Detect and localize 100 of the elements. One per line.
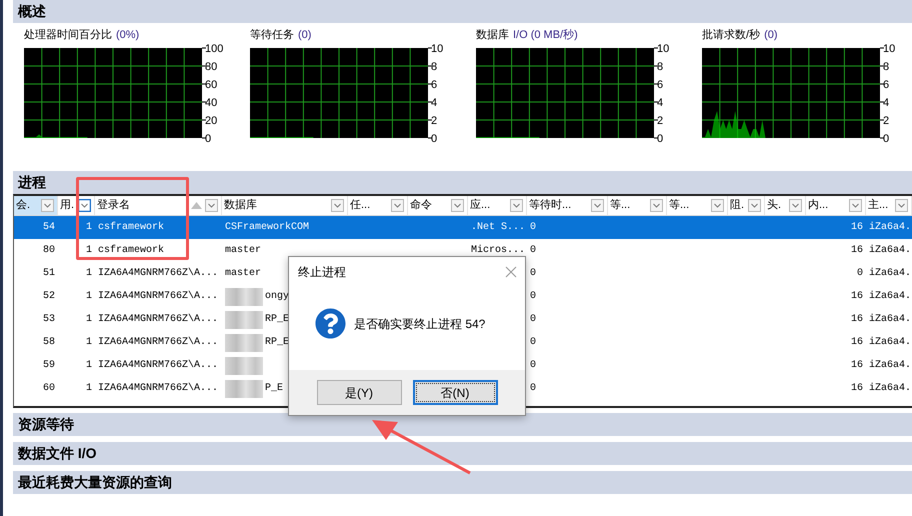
filter-dropdown-icon[interactable] — [711, 199, 724, 212]
table-cell-text: IZA6A4MGNRM766Z\A... — [98, 382, 218, 396]
table-cell-text: 52 — [42, 290, 55, 304]
table-cell-text: 16 — [850, 290, 863, 304]
column-header[interactable]: 登录名 — [95, 196, 222, 215]
filter-dropdown-icon[interactable] — [591, 199, 604, 212]
table-cell-text: 0 — [530, 382, 536, 396]
table-cell-text: 51 — [42, 267, 55, 281]
table-cell-text: 1 — [86, 313, 92, 327]
dialog-button[interactable]: 否(N) — [412, 380, 498, 405]
filter-dropdown-icon[interactable] — [78, 199, 91, 212]
filter-dropdown-icon[interactable] — [451, 199, 464, 212]
close-icon[interactable] — [505, 266, 517, 278]
column-header[interactable]: 任... — [348, 196, 408, 215]
column-header[interactable]: 用. — [58, 196, 95, 215]
column-header[interactable]: 命令 — [408, 196, 468, 215]
axis-tick-label: 6 — [431, 79, 438, 91]
table-cell-text: 16 — [850, 336, 863, 350]
chart-title: 处理器时间百分比 — [24, 29, 112, 43]
filter-dropdown-icon[interactable] — [331, 199, 344, 212]
dialog-button[interactable]: 是(Y) — [316, 380, 402, 405]
chart-reading: (0%) — [116, 29, 140, 43]
table-cell-text: csframework — [98, 220, 164, 235]
column-header[interactable]: 等... — [667, 196, 728, 215]
column-header[interactable]: 头. — [765, 196, 806, 215]
table-cell-text: 1 — [86, 359, 92, 373]
table-cell-text: 0 — [530, 221, 536, 235]
filter-dropdown-icon[interactable] — [748, 199, 761, 212]
table-cell-text: ongy — [265, 290, 290, 304]
table-cell-text: 16 — [850, 244, 863, 258]
section-header[interactable]: 最近耗费大量资源的查询 — [13, 471, 912, 494]
section-header[interactable]: 数据文件 I/O — [13, 442, 912, 465]
table-cell-text: 1 — [86, 382, 92, 396]
column-header[interactable]: 等待时... — [527, 196, 608, 215]
filter-dropdown-icon[interactable] — [895, 199, 908, 212]
table-cell-text: CSFrameworkCOM — [225, 220, 310, 235]
axis-tick-label: 80 — [205, 61, 218, 73]
table-cell-text: 0 — [530, 290, 536, 304]
column-header[interactable]: 会. — [14, 196, 58, 215]
table-cell-text: IZA6A4MGNRM766Z\A... — [98, 358, 218, 373]
section-header[interactable]: 概述 — [13, 0, 912, 23]
filter-dropdown-icon[interactable] — [205, 199, 218, 212]
table-cell-text: IZA6A4MGNRM766Z\A... — [98, 336, 218, 350]
dialog-title: 终止进程 — [298, 264, 346, 281]
section-header[interactable]: 进程 — [13, 171, 912, 194]
table-cell-text: 1 — [86, 267, 92, 281]
axis-tick-label: 6 — [657, 79, 664, 91]
table-row[interactable]: 54 1 csframework CSFrameworkCOM .Net S... 0 16 iZa6a4. — [14, 216, 912, 239]
table-cell-text: RP_E — [265, 313, 290, 327]
question-icon — [315, 308, 346, 339]
chart-title: 等待任务 — [250, 29, 294, 43]
section-header[interactable]: 资源等待 — [13, 413, 912, 436]
table-cell-text: master — [225, 267, 262, 281]
table-cell-text: iZa6a4. — [869, 220, 912, 235]
axis-tick-label: 100 — [205, 44, 224, 55]
column-header[interactable]: 主... — [866, 196, 912, 215]
table-cell-text: 0 — [530, 267, 536, 281]
table-cell-text: IZA6A4MGNRM766Z\A... — [98, 290, 218, 304]
table-cell-text: RP_E — [265, 336, 290, 350]
axis-tick-label: 2 — [883, 115, 890, 127]
column-header[interactable]: 阻. — [728, 196, 765, 215]
table-cell-text: iZa6a4. — [869, 358, 912, 373]
column-header[interactable]: 内... — [806, 196, 866, 215]
axis-tick-label: 6 — [883, 79, 890, 91]
filter-dropdown-icon[interactable] — [510, 199, 523, 212]
axis-tick-label: 10 — [883, 44, 896, 55]
filter-dropdown-icon[interactable] — [849, 199, 862, 212]
axis-tick-label: 8 — [883, 61, 890, 73]
table-cell-text: iZa6a4. — [869, 336, 912, 350]
table-cell-text: 0 — [530, 313, 536, 327]
chart-area — [24, 134, 88, 138]
table-cell-text: iZa6a4. — [869, 266, 912, 281]
table-cell-text: 60 — [42, 382, 55, 396]
filter-dropdown-icon[interactable] — [789, 199, 802, 212]
table-cell-text: IZA6A4MGNRM766Z\A... — [98, 312, 218, 327]
table-cell-text: 53 — [42, 313, 55, 327]
table-cell-text: 80 — [42, 244, 55, 258]
axis-tick-label: 20 — [205, 115, 218, 127]
column-header[interactable]: 等... — [608, 196, 667, 215]
table-cell-text: .Net S... — [471, 221, 526, 235]
table-cell-text: 1 — [86, 290, 92, 304]
column-header[interactable]: 应... — [468, 196, 527, 215]
table-cell-text: iZa6a4. — [869, 244, 912, 258]
filter-dropdown-icon[interactable] — [41, 199, 54, 212]
table-cell-text: IZA6A4MGNRM766Z\A... — [98, 266, 218, 281]
table-cell-text: 0 — [856, 267, 863, 281]
filter-dropdown-icon[interactable] — [391, 199, 404, 212]
chart-reading: I/O (0 MB/秒) — [513, 29, 578, 43]
column-header[interactable]: 数据库 — [222, 196, 348, 215]
axis-tick-label: 40 — [205, 97, 218, 109]
table-cell-text: 0 — [530, 359, 536, 373]
axis-tick-label: 4 — [431, 97, 438, 109]
table-cell-text: 54 — [42, 221, 55, 235]
axis-tick-label: 0 — [205, 133, 212, 142]
chart-reading: (0) — [764, 29, 778, 43]
axis-tick-label: 8 — [657, 61, 664, 73]
table-cell-text: iZa6a4. — [869, 312, 912, 327]
axis-tick-label: 0 — [883, 133, 890, 142]
filter-dropdown-icon[interactable] — [650, 199, 663, 212]
chart-reading: (0) — [298, 29, 312, 43]
